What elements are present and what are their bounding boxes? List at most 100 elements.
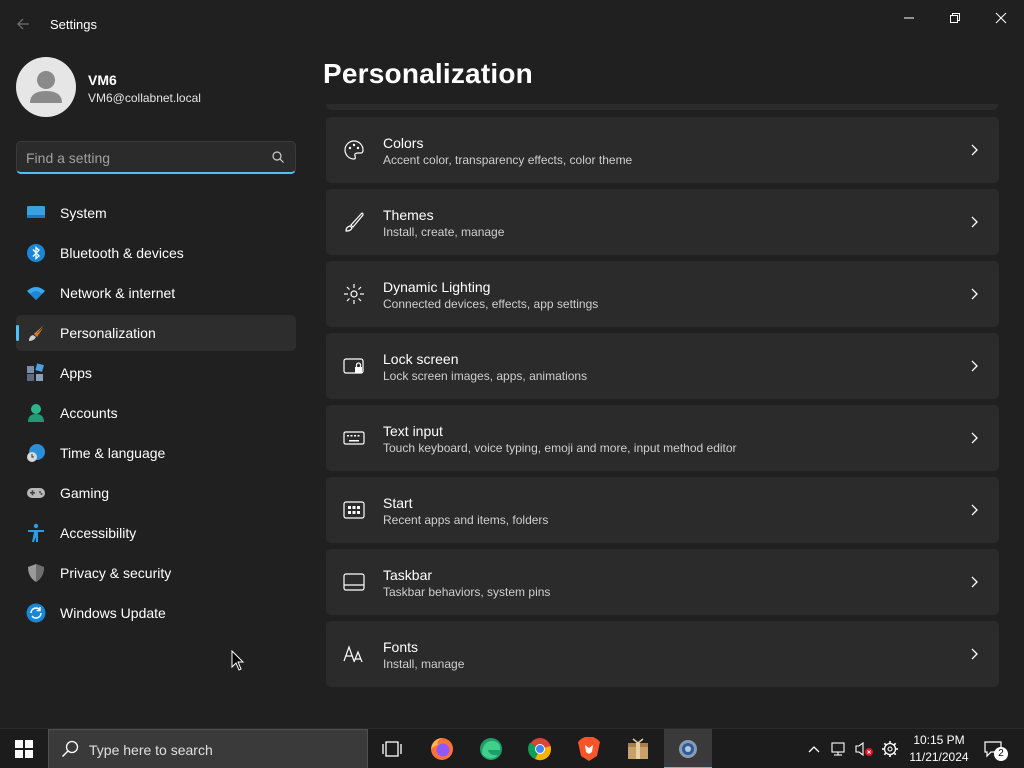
card-description: Accent color, transparency effects, colo…	[383, 153, 633, 167]
card-taskbar[interactable]: Taskbar Taskbar behaviors, system pins	[326, 549, 999, 615]
show-hidden-icons-button[interactable]	[804, 739, 824, 759]
settings-card-list: Colors Accent color, transparency effect…	[326, 117, 999, 693]
settings-search-box[interactable]	[16, 141, 296, 174]
taskbar-app-settings[interactable]	[664, 729, 712, 768]
title-bar: Settings	[0, 0, 1024, 48]
taskbar-icon	[343, 573, 365, 591]
sidebar-item-privacy[interactable]: Privacy & security	[16, 555, 296, 591]
chevron-right-icon	[971, 360, 978, 372]
taskbar-app-package[interactable]	[614, 729, 662, 768]
sidebar-item-accessibility[interactable]: Accessibility	[16, 515, 296, 551]
sidebar-item-personalization[interactable]: Personalization	[16, 315, 296, 351]
card-description: Recent apps and items, folders	[383, 513, 549, 527]
card-fonts[interactable]: Fonts Install, manage	[326, 621, 999, 687]
restore-button[interactable]	[932, 4, 978, 32]
user-email: VM6@collabnet.local	[88, 91, 201, 105]
lock-screen-icon	[343, 358, 364, 374]
sidebar-item-system[interactable]: System	[16, 195, 296, 231]
taskbar-app-firefox[interactable]	[418, 729, 466, 768]
taskbar-app-chrome[interactable]	[516, 729, 564, 768]
card-lock-screen[interactable]: Lock screen Lock screen images, apps, an…	[326, 333, 999, 399]
gamepad-icon	[27, 488, 45, 498]
card-title: Text input	[383, 423, 443, 439]
minimize-button[interactable]	[886, 4, 932, 32]
person-icon	[30, 71, 62, 103]
volume-tray-button[interactable]	[854, 739, 874, 759]
sidebar-item-network[interactable]: Network & internet	[16, 275, 296, 311]
chevron-up-icon	[808, 746, 820, 753]
person-icon	[28, 404, 44, 422]
search-input[interactable]	[26, 148, 261, 168]
taskbar-app-edge[interactable]	[467, 729, 515, 768]
card-description: Lock screen images, apps, animations	[383, 369, 588, 383]
settings-tray-button[interactable]	[880, 739, 900, 759]
chevron-right-icon	[971, 288, 978, 300]
sidebar-item-time-language[interactable]: Time & language	[16, 435, 296, 471]
back-button[interactable]	[12, 13, 36, 35]
sidebar-item-label: Accessibility	[60, 525, 137, 541]
start-button[interactable]	[0, 729, 48, 768]
clock-time[interactable]: 10:15 PM	[908, 733, 970, 747]
card-description: Touch keyboard, voice typing, emoji and …	[383, 441, 737, 455]
sidebar-item-label: Time & language	[60, 445, 166, 461]
settings-gear-icon	[679, 740, 697, 758]
chevron-right-icon	[971, 648, 978, 660]
chrome-icon	[528, 738, 551, 761]
card-description: Taskbar behaviors, system pins	[383, 585, 551, 599]
sidebar-item-label: Windows Update	[60, 605, 166, 621]
card-colors[interactable]: Colors Accent color, transparency effect…	[326, 117, 999, 183]
sidebar-item-label: Apps	[60, 365, 92, 381]
fonts-icon	[343, 645, 363, 663]
globe-clock-icon	[27, 444, 45, 462]
app-title: Settings	[50, 17, 97, 32]
apps-icon	[27, 363, 44, 381]
sidebar-item-label: Privacy & security	[60, 565, 172, 581]
sidebar-item-windows-update[interactable]: Windows Update	[16, 595, 296, 631]
sidebar-item-label: System	[60, 205, 107, 221]
edge-icon	[480, 738, 502, 760]
page-title: Personalization	[323, 58, 533, 89]
card-text-input[interactable]: Text input Touch keyboard, voice typing,…	[326, 405, 999, 471]
taskbar-search-placeholder: Type here to search	[89, 742, 213, 758]
brave-icon	[578, 737, 600, 761]
network-tray-button[interactable]	[829, 739, 849, 759]
user-profile[interactable]: VM6 VM6@collabnet.local	[16, 57, 296, 117]
minimize-icon	[904, 17, 914, 19]
sidebar-item-gaming[interactable]: Gaming	[16, 475, 296, 511]
card-themes[interactable]: Themes Install, create, manage	[326, 189, 999, 255]
chevron-right-icon	[971, 216, 978, 228]
close-icon	[995, 12, 1007, 24]
card-dynamic-lighting[interactable]: Dynamic Lighting Connected devices, effe…	[326, 261, 999, 327]
back-arrow-icon	[17, 18, 29, 30]
start-icon	[343, 501, 365, 519]
card-title: Taskbar	[383, 567, 433, 583]
brush-icon	[29, 325, 44, 341]
shield-icon	[28, 564, 44, 582]
search-icon[interactable]	[271, 150, 285, 164]
notification-count-badge: 2	[994, 747, 1008, 761]
network-icon	[831, 742, 845, 756]
brush-icon	[345, 212, 364, 232]
taskbar-app-brave[interactable]	[565, 729, 613, 768]
sidebar-item-label: Network & internet	[60, 285, 176, 301]
task-view-button[interactable]	[368, 729, 416, 768]
clock-date[interactable]: 11/21/2024	[908, 750, 970, 764]
chevron-right-icon	[971, 576, 978, 588]
restore-icon	[950, 13, 960, 23]
chevron-right-icon	[971, 504, 978, 516]
sidebar-item-bluetooth[interactable]: Bluetooth & devices	[16, 235, 296, 271]
card-start[interactable]: Start Recent apps and items, folders	[326, 477, 999, 543]
user-name: VM6	[88, 72, 117, 88]
sidebar-item-apps[interactable]: Apps	[16, 355, 296, 391]
search-icon	[61, 740, 79, 758]
sidebar-item-label: Gaming	[60, 485, 110, 501]
firefox-icon	[431, 738, 453, 760]
close-button[interactable]	[978, 4, 1024, 32]
card-title: Start	[383, 495, 413, 511]
bluetooth-icon	[27, 244, 45, 262]
card-description: Install, create, manage	[383, 225, 505, 239]
accessibility-icon	[28, 523, 44, 542]
sidebar-item-accounts[interactable]: Accounts	[16, 395, 296, 431]
taskbar-search-box[interactable]: Type here to search	[48, 729, 368, 768]
lighting-icon	[344, 284, 364, 304]
